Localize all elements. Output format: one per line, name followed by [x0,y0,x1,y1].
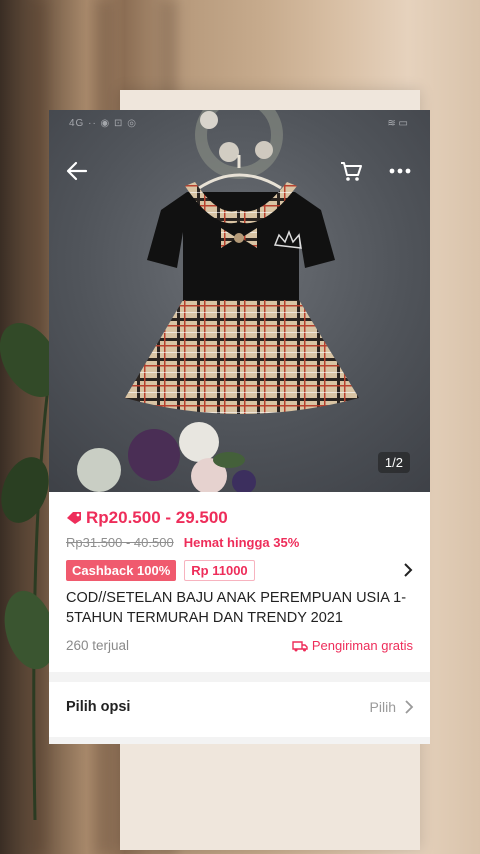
status-left: 4G ·· ◉ ⊡ ◎ [69,118,137,129]
chevron-right-icon [404,563,413,577]
chevron-right-icon [405,700,414,714]
bottom-strip [49,737,430,744]
coin-badge: Rp 11000 [184,560,255,581]
status-right: ≋ ▭ [387,118,408,129]
cart-button[interactable] [334,154,368,188]
option-row[interactable]: Pilih opsi Pilih [49,682,430,734]
truck-icon [292,640,308,651]
image-counter: 1/2 [377,452,410,473]
promo-badges[interactable]: Cashback 100% Rp 11000 [66,560,255,581]
product-image[interactable]: 4G ·· ◉ ⊡ ◎ ≋ ▭ 1/2 [49,110,430,494]
arrow-left-icon [66,161,88,181]
old-price: Rp31.500 - 40.500 [66,535,174,550]
old-price-row: Rp31.500 - 40.500 Hemat hingga 35% [66,535,299,550]
section-divider [49,672,430,682]
sold-count: 260 terjual [66,638,130,653]
price-range: Rp20.500 - 29.500 [86,508,228,527]
product-illustration [77,110,359,494]
back-button[interactable] [60,154,94,188]
option-label: Pilih opsi [66,699,131,715]
option-action[interactable]: Pilih [370,699,414,715]
savings-text: Hemat hingga 35% [183,535,300,550]
promo-chevron[interactable] [402,562,414,583]
shipping-label: Pengiriman gratis [311,638,413,653]
cashback-badge: Cashback 100% [66,560,177,581]
more-button[interactable] [383,154,417,188]
option-action-label: Pilih [369,699,396,715]
cart-icon [341,162,362,181]
status-bar: 4G ·· ◉ ⊡ ◎ ≋ ▭ [49,110,430,138]
more-dots-icon [389,168,411,174]
price-tag-icon [67,512,81,524]
product-title: COD//SETELAN BAJU ANAK PEREMPUAN USIA 1-… [66,590,407,626]
product-screen: 4G ·· ◉ ⊡ ◎ ≋ ▭ 1/2 Rp20.500 - 29.500 Rp… [49,110,430,744]
free-shipping: Pengiriman gratis [292,638,413,653]
price-row: Rp20.500 - 29.500 [66,508,228,528]
